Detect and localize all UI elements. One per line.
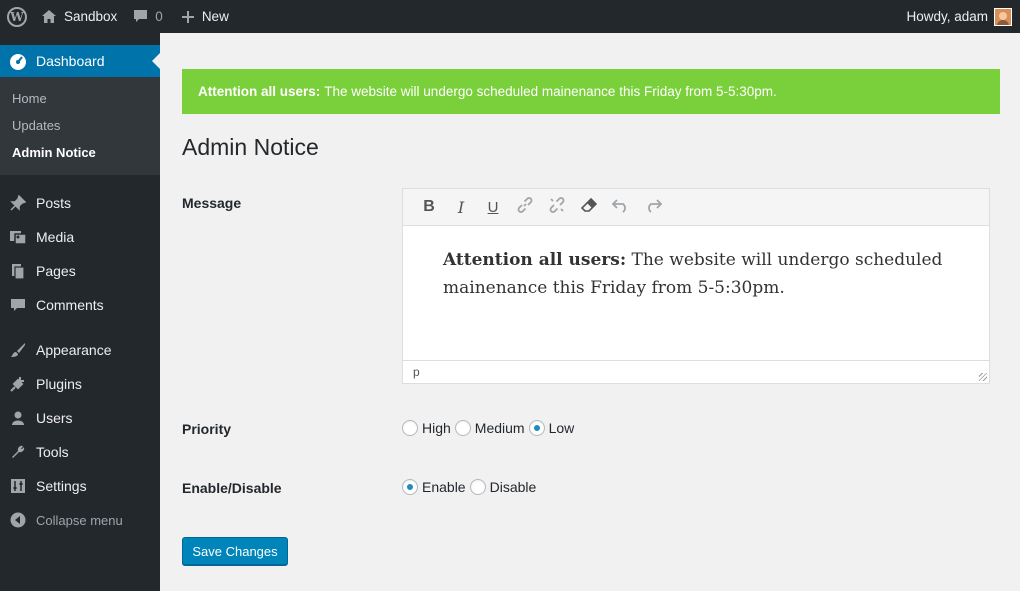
priority-medium-radio[interactable]: [454, 420, 471, 436]
comments-count: 0: [155, 9, 163, 24]
underline-icon: U: [487, 198, 499, 216]
plus-icon: [181, 10, 195, 24]
link-icon: [516, 196, 534, 218]
enable-disable-label: Enable/Disable: [182, 480, 282, 496]
my-account-link[interactable]: Howdy, adam: [906, 0, 1012, 33]
wordpress-logo-icon[interactable]: W: [7, 6, 27, 27]
collapse-menu-label: Collapse menu: [36, 512, 123, 528]
new-label: New: [201, 9, 229, 24]
eraser-icon: [580, 197, 598, 217]
menu-tools[interactable]: Tools: [0, 435, 160, 469]
menu-settings[interactable]: Settings: [0, 469, 160, 503]
italic-button[interactable]: I: [445, 193, 477, 221]
menu-dashboard-label: Dashboard: [36, 53, 105, 69]
admin-sidebar: Dashboard Home Updates Admin Notice Post…: [0, 33, 160, 591]
new-content-link[interactable]: New: [181, 0, 229, 33]
redo-icon: [644, 197, 663, 217]
site-name-link[interactable]: Sandbox: [41, 0, 117, 33]
user-icon: [0, 410, 36, 426]
submenu-admin-notice[interactable]: Admin Notice: [0, 139, 160, 166]
bold-icon: B: [423, 198, 435, 215]
brush-icon: [0, 342, 36, 358]
page-title: Admin Notice: [182, 134, 319, 160]
wrench-icon: [0, 444, 36, 460]
dashboard-submenu: Home Updates Admin Notice: [0, 77, 160, 175]
menu-plugins[interactable]: Plugins: [0, 367, 160, 401]
editor-content-area[interactable]: Attention all users: The website will un…: [403, 226, 989, 360]
menu-plugins-label: Plugins: [36, 376, 82, 392]
insert-link-button[interactable]: [509, 193, 541, 221]
enable-radio-group: Enable Disable: [402, 479, 540, 495]
comment-icon: [133, 9, 148, 24]
menu-users-label: Users: [36, 410, 73, 426]
home-icon: [41, 9, 57, 24]
menu-media-label: Media: [36, 229, 75, 245]
resize-handle-icon[interactable]: [979, 373, 987, 381]
media-icon: [0, 229, 36, 245]
collapse-menu-button[interactable]: Collapse menu: [0, 503, 160, 537]
clear-formatting-button[interactable]: [573, 193, 605, 221]
remove-link-button[interactable]: [541, 193, 573, 221]
unlink-icon: [548, 196, 566, 218]
menu-settings-label: Settings: [36, 478, 87, 494]
menu-pages-label: Pages: [36, 263, 76, 279]
settings-icon: [0, 478, 36, 494]
comments-link[interactable]: 0: [133, 0, 163, 33]
menu-media[interactable]: Media: [0, 220, 160, 254]
notice-text: The website will undergo scheduled maine…: [324, 84, 777, 99]
pushpin-icon: [0, 195, 36, 211]
priority-medium-label[interactable]: Medium: [475, 420, 525, 436]
save-changes-button[interactable]: Save Changes: [182, 537, 288, 565]
admin-notice-banner: Attention all users: The website will un…: [182, 69, 1000, 114]
avatar: [994, 7, 1012, 26]
undo-icon: [611, 197, 630, 217]
menu-dashboard[interactable]: Dashboard: [0, 45, 160, 77]
priority-low-radio[interactable]: [528, 420, 545, 436]
menu-tools-label: Tools: [36, 444, 69, 460]
howdy-text: Howdy, adam: [906, 9, 988, 24]
bold-button[interactable]: B: [413, 193, 445, 221]
priority-low-label[interactable]: Low: [549, 420, 575, 436]
notice-bold-text: Attention all users:: [198, 84, 321, 99]
menu-pages[interactable]: Pages: [0, 254, 160, 288]
redo-button[interactable]: [637, 193, 669, 221]
enable-radio[interactable]: [402, 479, 418, 495]
dashboard-icon: [0, 52, 36, 70]
message-editor: B I U Attention all users: The website w…: [402, 188, 990, 384]
comment-icon: [0, 297, 36, 313]
admin-bar: W Sandbox 0 New Howdy, adam: [0, 0, 1020, 33]
editor-bold-text: Attention all users:: [443, 250, 627, 270]
menu-comments-label: Comments: [36, 297, 104, 313]
priority-high-radio[interactable]: [402, 420, 418, 436]
menu-users[interactable]: Users: [0, 401, 160, 435]
undo-button[interactable]: [605, 193, 637, 221]
underline-button[interactable]: U: [477, 193, 509, 221]
message-label: Message: [182, 195, 242, 211]
editor-toolbar: B I U: [403, 189, 989, 226]
menu-posts[interactable]: Posts: [0, 186, 160, 220]
priority-radio-group: High Medium Low: [402, 420, 578, 436]
priority-label: Priority: [182, 421, 232, 437]
editor-statusbar: p: [403, 360, 989, 383]
disable-label[interactable]: Disable: [490, 479, 537, 495]
submenu-updates[interactable]: Updates: [0, 112, 160, 139]
collapse-arrow-icon: [0, 512, 36, 528]
menu-posts-label: Posts: [36, 195, 72, 211]
enable-label[interactable]: Enable: [422, 479, 466, 495]
italic-icon: I: [457, 197, 465, 217]
priority-high-label[interactable]: High: [422, 420, 451, 436]
plugin-icon: [0, 376, 36, 392]
disable-radio[interactable]: [469, 479, 486, 495]
site-name: Sandbox: [64, 9, 118, 24]
menu-appearance-label: Appearance: [36, 342, 112, 358]
submenu-home[interactable]: Home: [0, 85, 160, 112]
pages-icon: [0, 263, 36, 279]
element-path[interactable]: p: [413, 365, 420, 379]
menu-appearance[interactable]: Appearance: [0, 333, 160, 367]
menu-comments[interactable]: Comments: [0, 288, 160, 322]
